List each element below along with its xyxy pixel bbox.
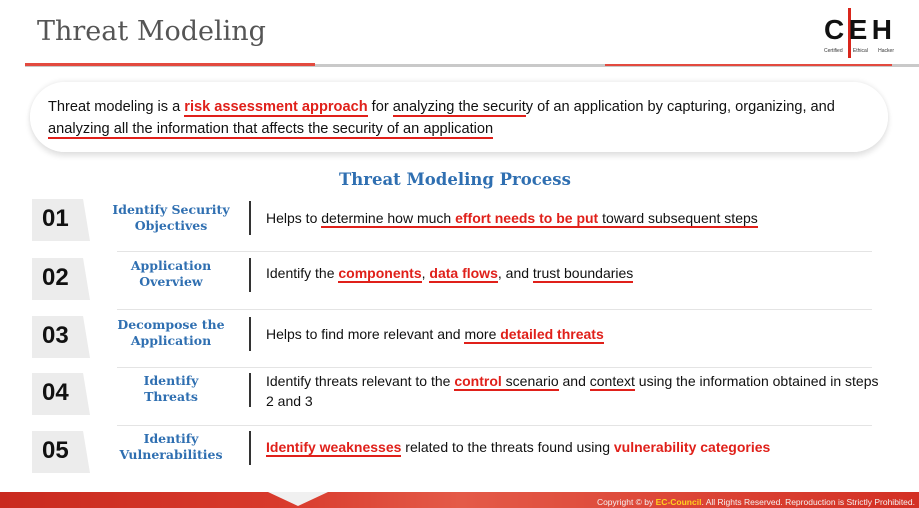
process-title-text: Threat Modeling Process [339,170,571,189]
step-number: 01 [32,199,90,241]
step-label-line: Decompose the [117,317,225,332]
intro-text: Threat modeling is a risk assessment app… [48,96,870,140]
step-description: Helps to find more relevant and more det… [266,324,886,344]
emphasis-segment: scenario [501,373,559,391]
process-step: 03 Decompose the Application Helps to fi… [0,313,919,369]
step-label: Identify Security Objectives [108,202,234,234]
row-separator [117,425,872,426]
emphasis-segment: control [454,373,502,391]
row-separator [117,309,872,310]
emphasis-segment: determine how much [321,210,456,228]
text-segment: , and [497,265,533,281]
slide-title: Threat Modeling [37,16,266,47]
text-segment: Helps to [266,210,322,226]
step-number: 05 [32,431,90,473]
emphasis-segment: data flows [429,265,498,283]
logo-tag-word: Certified [824,48,843,54]
step-label-line: Threats [144,389,198,404]
step-label-line: Application [130,333,212,348]
logo-tag-word: Ethical [852,48,868,54]
emphasis-segment: vulnerability categories [613,439,771,455]
emphasis-segment: context [589,373,635,391]
ceh-logo: C E H Certified Ethical Hacker [822,6,894,60]
process-step: 01 Identify Security Objectives Helps to… [0,197,919,253]
process-step: 02 Application Overview Identify the com… [0,255,919,311]
header-divider-accent [605,64,892,66]
step-description: Identify the components, data flows, and… [266,263,886,283]
step-divider [249,317,251,351]
process-step: 04 Identify Threats Identify threats rel… [0,371,919,427]
step-label-line: Identify [143,431,199,446]
logo-letters: C E H [822,14,894,45]
emphasis-segment: more [464,326,501,344]
copyright-notice: Copyright © by EC-Council. All Rights Re… [597,497,915,507]
emphasis-segment: effort needs to be put [455,210,599,228]
step-label: Identify Threats [108,373,234,405]
step-description: Identify weaknesses related to the threa… [266,437,886,457]
emphasis-segment: risk assessment approach [184,99,368,117]
step-label: Decompose the Application [108,317,234,349]
row-separator [117,251,872,252]
step-number: 04 [32,373,90,415]
step-label-line: Objectives [134,218,208,233]
text-segment: Threat modeling is a [48,99,185,115]
emphasis-segment: trust boundaries [532,265,634,283]
logo-letter: C [824,14,845,45]
logo-tag-word: Hacker [878,48,894,54]
step-divider [249,373,251,407]
row-separator [117,367,872,368]
text-segment: related to the threats found using [401,439,614,455]
step-description: Identify threats relevant to the control… [266,371,886,411]
text-segment: Identify threats relevant to the [266,373,455,389]
step-description: Helps to determine how much effort needs… [266,208,886,228]
copyright-suffix: . All Rights Reserved. Reproduction is S… [701,497,915,507]
text-segment: Helps to find more relevant and [266,326,465,342]
header-divider-accent [25,63,315,66]
text-segment: y of an application by capturing, organi… [525,99,835,115]
copyright-prefix: Copyright © by [596,497,656,507]
step-label: Identify Vulnerabilities [108,431,234,463]
step-label-line: Application [130,258,212,273]
step-label-line: Overview [139,274,203,289]
logo-tagline: Certified Ethical Hacker [824,48,894,54]
step-number: 03 [32,316,90,358]
emphasis-segment: detailed threats [500,326,604,344]
step-label-line: Identify [143,373,199,388]
step-divider [249,258,251,292]
step-label-line: Identify Security [112,202,230,217]
text-segment: for [367,99,393,115]
emphasis-segment: toward subsequent steps [598,210,758,228]
text-segment: Identify the [266,265,339,281]
text-segment: and [558,373,590,389]
brand-name: EC-Council [655,497,702,507]
emphasis-segment: Identify weaknesses [266,439,402,457]
logo-letter: H [871,14,892,45]
intro-box: Threat modeling is a risk assessment app… [30,82,888,152]
emphasis-segment: analyzing the securit [392,99,526,117]
step-divider [249,431,251,465]
process-step: 05 Identify Vulnerabilities Identify wea… [0,428,919,484]
emphasis-segment: components [338,265,422,283]
step-label: Application Overview [108,258,234,290]
step-number: 02 [32,258,90,300]
emphasis-segment: analyzing all the information that affec… [48,121,494,139]
step-label-line: Vulnerabilities [119,447,223,462]
step-divider [249,201,251,235]
logo-letter: E [848,14,868,45]
